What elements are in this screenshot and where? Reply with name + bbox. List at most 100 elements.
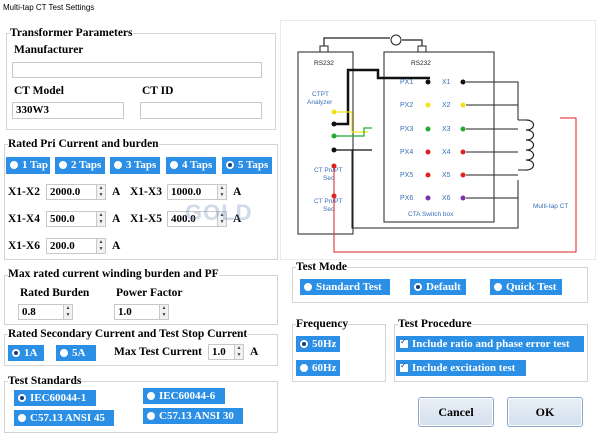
power-factor-stepper[interactable]: 1.0 ▲ ▼ bbox=[114, 304, 169, 320]
standard-label: C57.13 ANSI 30 bbox=[159, 410, 234, 422]
procedure-label: Include excitation test bbox=[412, 362, 516, 374]
ct-model-field[interactable]: 330W3 bbox=[12, 102, 124, 119]
power-factor-label: Power Factor bbox=[116, 287, 183, 299]
stepper-arrows-icon[interactable]: ▲ ▼ bbox=[96, 212, 105, 226]
mode-default-option[interactable]: Default bbox=[410, 279, 466, 295]
max-test-current-stepper[interactable]: 1.0 ▲ ▼ bbox=[208, 344, 244, 360]
x1-x4-value: 500.0 bbox=[50, 213, 75, 225]
svg-text:X3: X3 bbox=[442, 126, 451, 133]
tap-2-option[interactable]: 2 Taps bbox=[55, 157, 105, 174]
test-mode-title: Test Mode bbox=[296, 261, 348, 273]
analyzer-line1: CTPT bbox=[312, 91, 329, 98]
pri-line1: CT Pri/PT bbox=[314, 167, 342, 174]
cancel-button[interactable]: Cancel bbox=[418, 397, 494, 427]
winding-title: Max rated current winding burden and PF bbox=[8, 268, 219, 280]
svg-text:X5: X5 bbox=[442, 172, 451, 179]
mode-standard-option[interactable]: Standard Test bbox=[300, 279, 390, 295]
analyzer-line2: Analyzer bbox=[307, 99, 333, 106]
radio-icon bbox=[147, 392, 155, 400]
svg-text:X6: X6 bbox=[442, 195, 451, 202]
svg-text:X4: X4 bbox=[442, 149, 451, 156]
frequency-label: 60Hz bbox=[312, 362, 337, 374]
stepper-arrows-icon[interactable]: ▲ ▼ bbox=[96, 185, 105, 199]
wiring-diagram: RS232 CTPT Analyzer CT Pri/PT Sec CT Pri… bbox=[280, 20, 596, 260]
radio-icon bbox=[10, 161, 18, 169]
ok-button[interactable]: OK bbox=[507, 397, 583, 427]
stepper-arrows-icon[interactable]: ▲ ▼ bbox=[96, 239, 105, 253]
rated-burden-value: 0.8 bbox=[22, 306, 36, 318]
power-factor-value: 1.0 bbox=[118, 306, 132, 318]
secondary-5a-option[interactable]: 5A bbox=[56, 345, 96, 361]
tap-3-option[interactable]: 3 Taps bbox=[110, 157, 160, 174]
stepper-arrows-icon[interactable]: ▲ ▼ bbox=[159, 305, 168, 319]
radio-selected-icon bbox=[414, 283, 422, 291]
standard-ansi30-option[interactable]: C57.13 ANSI 30 bbox=[143, 408, 243, 424]
procedure-title: Test Procedure bbox=[398, 318, 472, 330]
x1-x6-unit: A bbox=[112, 240, 121, 252]
svg-text:PX2: PX2 bbox=[400, 102, 413, 109]
max-test-current-label: Max Test Current bbox=[114, 346, 202, 358]
x1-x4-stepper[interactable]: 500.0 ▲ ▼ bbox=[46, 211, 106, 227]
sec-line1: CT Pri/PT bbox=[314, 198, 342, 205]
checkbox-checked-icon bbox=[400, 337, 408, 348]
x1-x5-label: X1-X5 bbox=[130, 213, 162, 225]
x1-x2-stepper[interactable]: 2000.0 ▲ ▼ bbox=[46, 184, 106, 200]
x1-x3-stepper[interactable]: 1000.0 ▲ ▼ bbox=[167, 184, 227, 200]
standard-label: C57.13 ANSI 45 bbox=[30, 412, 105, 424]
x1-x3-value: 1000.0 bbox=[171, 186, 202, 198]
secondary-title: Rated Secondary Current and Test Stop Cu… bbox=[8, 328, 248, 340]
radio-icon bbox=[304, 283, 312, 291]
radio-icon bbox=[494, 283, 502, 291]
transformer-title: Transformer Parameters bbox=[10, 27, 133, 39]
x1-x3-label: X1-X3 bbox=[130, 186, 162, 198]
ct-id-field[interactable] bbox=[140, 102, 262, 119]
svg-text:PX6: PX6 bbox=[400, 195, 413, 202]
stepper-arrows-icon[interactable]: ▲ ▼ bbox=[234, 345, 243, 359]
x1-x6-label: X1-X6 bbox=[8, 240, 40, 252]
procedure-excitation-checkbox[interactable]: Include excitation test bbox=[396, 360, 526, 376]
cable-connector bbox=[390, 34, 402, 46]
procedure-label: Include ratio and phase error test bbox=[412, 338, 570, 350]
standard-iec60044-1-option[interactable]: IEC60044-1 bbox=[14, 390, 96, 406]
radio-icon bbox=[59, 161, 67, 169]
mode-quick-option[interactable]: Quick Test bbox=[490, 279, 562, 295]
x1-x4-label: X1-X4 bbox=[8, 213, 40, 225]
rated-burden-stepper[interactable]: 0.8 ▲ ▼ bbox=[18, 304, 73, 320]
frequency-60hz-option[interactable]: 60Hz bbox=[296, 360, 340, 376]
stepper-arrows-icon[interactable]: ▲ ▼ bbox=[217, 185, 226, 199]
radio-selected-icon bbox=[226, 161, 234, 169]
ct-model-label: CT Model bbox=[14, 85, 64, 97]
radio-icon bbox=[60, 349, 68, 357]
svg-text:PX4: PX4 bbox=[400, 149, 413, 156]
svg-text:X1: X1 bbox=[442, 79, 451, 86]
manufacturer-label: Manufacturer bbox=[14, 44, 84, 56]
mode-label: Default bbox=[426, 281, 461, 293]
tap-1-option[interactable]: 1 Tap bbox=[6, 157, 50, 174]
standard-label: IEC60044-6 bbox=[159, 390, 216, 402]
x1-x6-value: 200.0 bbox=[50, 240, 75, 252]
frequency-title: Frequency bbox=[296, 318, 349, 330]
stepper-arrows-icon[interactable]: ▲ ▼ bbox=[63, 305, 72, 319]
tap-label: 1 Tap bbox=[22, 159, 48, 171]
rated-pri-title: Rated Pri Current and burden bbox=[8, 138, 159, 150]
watermark-logo: GOLD bbox=[185, 200, 253, 225]
frequency-50hz-option[interactable]: 50Hz bbox=[296, 336, 340, 352]
procedure-ratio-checkbox[interactable]: Include ratio and phase error test bbox=[396, 336, 584, 352]
standard-iec60044-6-option[interactable]: IEC60044-6 bbox=[143, 388, 225, 404]
multitap-label: Multi-tap CT bbox=[533, 203, 568, 210]
radio-selected-icon bbox=[12, 349, 20, 357]
standard-ansi45-option[interactable]: C57.13 ANSI 45 bbox=[14, 410, 114, 426]
radio-icon bbox=[114, 161, 122, 169]
x1-x2-label: X1-X2 bbox=[8, 186, 40, 198]
tap-label: 3 Taps bbox=[126, 159, 157, 171]
x1-x6-stepper[interactable]: 200.0 ▲ ▼ bbox=[46, 238, 106, 254]
max-test-current-unit: A bbox=[250, 346, 259, 358]
rs232-right-label: RS232 bbox=[411, 60, 431, 67]
x1-x3-unit: A bbox=[233, 186, 242, 198]
manufacturer-field[interactable] bbox=[12, 62, 262, 78]
secondary-1a-option[interactable]: 1A bbox=[8, 345, 44, 361]
tap-4-option[interactable]: 4 Taps bbox=[166, 157, 216, 174]
svg-text:X2: X2 bbox=[442, 102, 451, 109]
x1-x2-value: 2000.0 bbox=[50, 186, 81, 198]
tap-5-option[interactable]: 5 Taps bbox=[222, 157, 272, 174]
